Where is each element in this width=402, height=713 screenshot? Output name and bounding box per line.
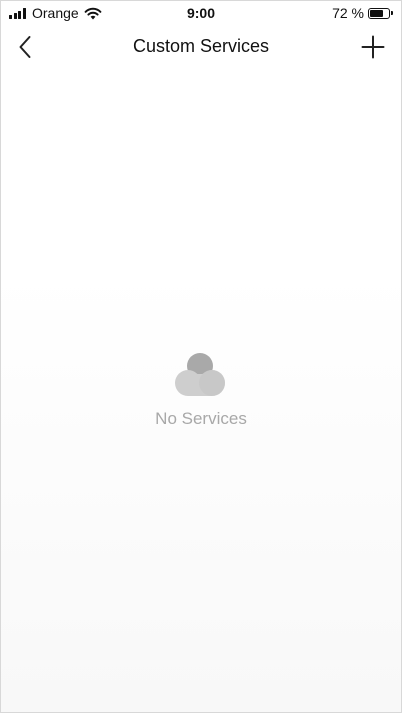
back-button[interactable] <box>11 33 39 61</box>
empty-state: No Services <box>1 349 401 429</box>
status-right: 72 % <box>332 5 393 21</box>
empty-state-label: No Services <box>155 409 247 428</box>
cloud-icon <box>175 353 225 396</box>
battery-nub <box>391 11 393 15</box>
add-service-button[interactable] <box>359 33 387 61</box>
status-bar: Orange 9:00 72 % <box>1 1 401 25</box>
screen: Orange 9:00 72 % Custom Services No Serv… <box>0 0 402 713</box>
plus-icon <box>361 35 385 59</box>
nav-bar: Custom Services <box>1 27 401 67</box>
page-title: Custom Services <box>132 36 270 56</box>
battery-fill <box>370 9 383 17</box>
battery-percentage: 72 % <box>332 5 364 21</box>
chevron-left-icon <box>19 36 31 58</box>
battery-icon <box>368 7 390 19</box>
